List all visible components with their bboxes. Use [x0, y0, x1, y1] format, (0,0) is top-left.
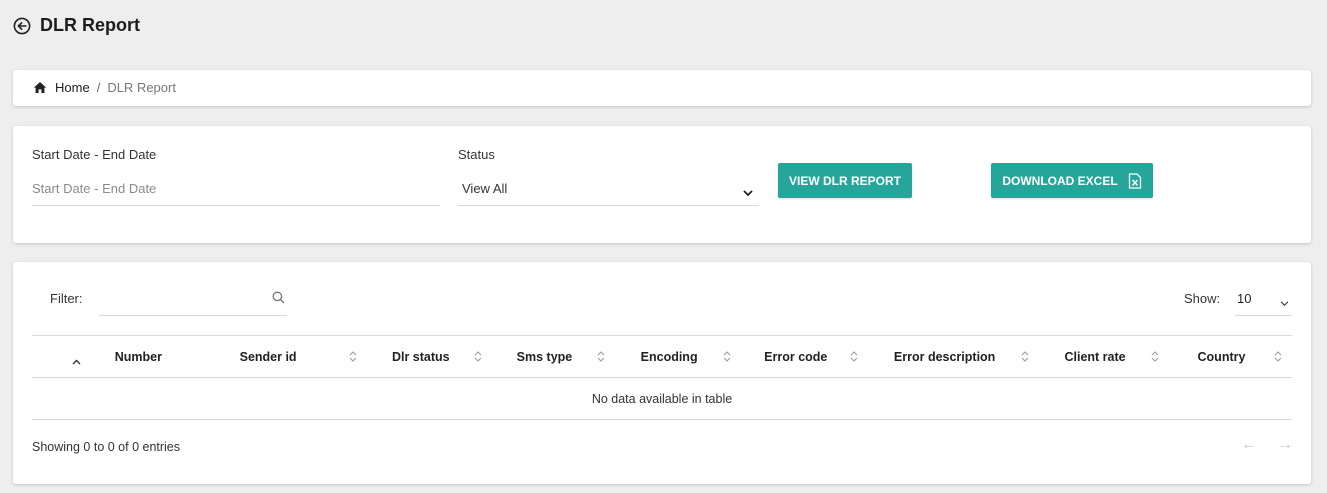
sort-icon: [1274, 351, 1282, 362]
column-header-label: Sms type: [516, 349, 573, 364]
column-header-label: Encoding: [640, 349, 698, 364]
report-form-card: Start Date - End Date Status View All VI…: [13, 126, 1311, 243]
column-header-label: Number: [114, 349, 162, 364]
view-dlr-report-button[interactable]: VIEW DLR REPORT: [778, 163, 912, 198]
column-header-client-rate[interactable]: Client rate: [1039, 335, 1169, 378]
pagination: ← →: [1241, 436, 1293, 454]
column-header-error-code[interactable]: Error code: [741, 335, 869, 378]
chevron-down-icon: [1280, 295, 1290, 307]
filter-input[interactable]: [99, 282, 287, 316]
column-header-label: Client rate: [1064, 349, 1126, 364]
previous-page-button[interactable]: ←: [1241, 436, 1257, 454]
column-header-number[interactable]: Number: [96, 335, 240, 378]
breadcrumb-home-link[interactable]: Home: [55, 80, 90, 95]
column-header-sender-id[interactable]: Sender id: [239, 335, 368, 378]
column-header-label: Sender id: [239, 349, 297, 364]
breadcrumb-separator: /: [96, 80, 101, 95]
status-select-value: View All: [462, 181, 508, 196]
table-header-row: Number Sender id Dlr status Sms type Enc…: [32, 335, 1292, 378]
excel-file-icon: [1128, 172, 1142, 189]
empty-table-message: No data available in table: [32, 377, 1292, 420]
date-range-label: Start Date - End Date: [32, 147, 157, 162]
sort-icon: [723, 351, 731, 362]
filter-label: Filter:: [50, 291, 83, 306]
column-header-country[interactable]: Country: [1168, 335, 1292, 378]
search-icon: [272, 291, 285, 304]
page-title: DLR Report: [40, 15, 140, 35]
sort-icon: [1151, 351, 1159, 362]
page-size-select[interactable]: 10: [1235, 282, 1292, 316]
download-excel-label: DOWNLOAD EXCEL: [1002, 173, 1118, 188]
breadcrumb: Home / DLR Report: [33, 80, 176, 95]
column-header-label: Error description: [893, 349, 996, 364]
sort-icon: [1021, 351, 1029, 362]
table-info: Showing 0 to 0 of 0 entries: [32, 440, 181, 454]
view-dlr-report-label: VIEW DLR REPORT: [788, 173, 901, 188]
page-header: DLR Report: [13, 15, 140, 36]
show-label: Show:: [1184, 291, 1221, 306]
date-range-input[interactable]: [32, 172, 440, 206]
column-header-sms-type[interactable]: Sms type: [492, 335, 615, 378]
home-icon[interactable]: [33, 81, 47, 94]
column-header-index[interactable]: [32, 335, 97, 378]
sort-asc-icon: [72, 354, 81, 364]
report-table-card: Filter: Show: 10 Number Sender id Dlr st…: [13, 262, 1311, 484]
breadcrumb-current: DLR Report: [107, 80, 176, 95]
sort-icon: [597, 351, 605, 362]
sort-icon: [850, 351, 858, 362]
column-header-label: Dlr status: [391, 349, 450, 364]
column-header-label: Error code: [764, 349, 828, 364]
arrow-circle-left-icon[interactable]: [13, 17, 31, 35]
download-excel-button[interactable]: DOWNLOAD EXCEL: [991, 163, 1153, 198]
status-select[interactable]: View All: [458, 172, 759, 206]
table-row: No data available in table: [32, 377, 1292, 420]
chevron-down-icon: [743, 185, 753, 197]
status-label: Status: [458, 147, 495, 162]
page-size-value: 10: [1237, 291, 1252, 306]
breadcrumb-card: Home / DLR Report: [13, 70, 1311, 106]
column-header-label: Country: [1197, 349, 1246, 364]
sort-icon: [349, 351, 357, 362]
column-header-encoding[interactable]: Encoding: [614, 335, 742, 378]
next-page-button[interactable]: →: [1277, 436, 1293, 454]
dlr-report-table: Number Sender id Dlr status Sms type Enc…: [32, 335, 1292, 420]
sort-icon: [474, 351, 482, 362]
column-header-error-description[interactable]: Error description: [868, 335, 1040, 378]
column-header-dlr-status[interactable]: Dlr status: [367, 335, 493, 378]
